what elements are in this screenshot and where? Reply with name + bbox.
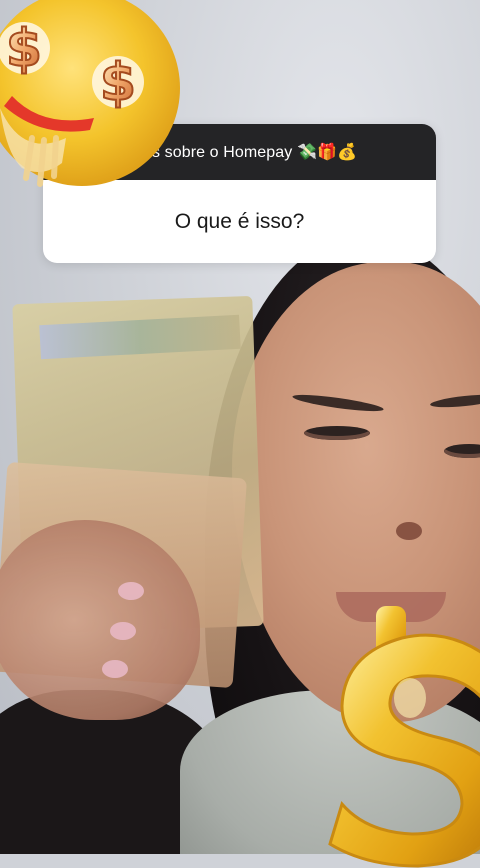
svg-text:$: $ [100, 53, 136, 113]
svg-text:$: $ [6, 19, 42, 79]
gold-dollar-sign-icon[interactable] [322, 598, 480, 868]
person-nose [396, 522, 422, 540]
fingernail [110, 622, 136, 640]
fingernail [118, 582, 144, 600]
fingernail [102, 660, 128, 678]
money-mouth-face-icon[interactable]: $ $ [0, 0, 182, 200]
left-eye [304, 426, 370, 440]
